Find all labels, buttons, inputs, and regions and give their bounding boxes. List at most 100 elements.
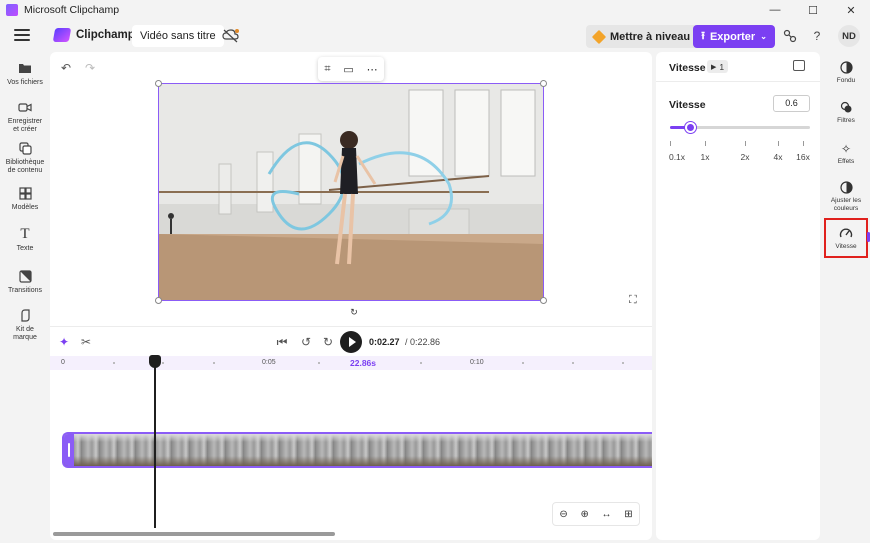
clip-trim-handle[interactable] xyxy=(64,434,74,466)
tool-fondu[interactable]: Fondu xyxy=(824,60,868,85)
fade-icon xyxy=(839,60,854,75)
sidebar-item-enregistrer[interactable]: Enregistrer et créer xyxy=(0,99,50,134)
upgrade-label: Mettre à niveau xyxy=(610,30,691,43)
transitions-icon xyxy=(17,268,33,284)
resize-handle[interactable] xyxy=(540,80,547,87)
rotate-icon[interactable]: ↻ xyxy=(348,306,360,318)
sidebar-item-transitions[interactable]: Transitions xyxy=(0,268,50,295)
close-button[interactable]: ✕ xyxy=(832,0,870,20)
fit-timeline-icon[interactable]: ↔ xyxy=(602,509,612,520)
resize-handle[interactable] xyxy=(540,297,547,304)
collapse-panel-icon[interactable] xyxy=(793,60,805,71)
ruler-tick xyxy=(162,362,164,364)
speed-tick xyxy=(778,141,779,146)
ruler-tick xyxy=(213,362,215,364)
help-icon[interactable]: ? xyxy=(809,28,825,44)
properties-panel: Vitesse ▶ 1 Vitesse 0.6 0.1x 1x 2x 4x 16… xyxy=(656,52,820,540)
avatar[interactable]: ND xyxy=(838,25,860,47)
zoom-controls: ⊖ ⊕ ↔ ⊞ xyxy=(552,502,640,526)
chevron-down-icon: ⌄ xyxy=(760,32,767,41)
zoom-out-icon[interactable]: ⊖ xyxy=(559,509,567,520)
speed-tick xyxy=(670,141,671,146)
playhead[interactable] xyxy=(154,362,156,528)
window-title: Microsoft Clipchamp xyxy=(24,4,120,16)
ruler-tick xyxy=(622,362,624,364)
project-title[interactable]: Vidéo sans titre xyxy=(132,25,224,47)
speed-icon xyxy=(839,226,854,241)
undo-icon[interactable]: ↶ xyxy=(58,60,74,76)
timeline-scrollbar[interactable] xyxy=(53,532,335,536)
ruler-tick xyxy=(572,362,574,364)
tool-filtres[interactable]: Filtres xyxy=(824,100,868,125)
total-time: / 0:22.86 xyxy=(405,337,441,347)
skip-back-icon[interactable]: ⏮ xyxy=(274,334,290,350)
sidebar-item-label: Bibliothèque de contenu xyxy=(5,159,45,174)
speed-tick-label: 1x xyxy=(700,152,710,162)
forward-5-icon[interactable]: ↻ xyxy=(320,334,336,350)
video-preview[interactable] xyxy=(158,83,544,301)
menu-icon[interactable] xyxy=(14,29,30,43)
resize-handle[interactable] xyxy=(155,297,162,304)
panel-title: Vitesse xyxy=(669,62,706,74)
clip-count: 1 xyxy=(719,61,725,72)
filters-icon xyxy=(839,100,854,115)
resize-handle[interactable] xyxy=(155,80,162,87)
speed-tick xyxy=(705,141,706,146)
speed-slider[interactable] xyxy=(670,122,810,133)
more-options-icon[interactable]: ⋯ xyxy=(367,63,378,76)
brand: Clipchamp xyxy=(52,28,135,42)
magic-icon[interactable]: ✦ xyxy=(56,334,72,350)
timeline-ruler[interactable]: 0 0:05 22.86s 0:10 xyxy=(50,356,652,370)
split-icon[interactable]: ✂ xyxy=(78,334,94,350)
export-label: Exporter xyxy=(709,30,756,43)
sidebar-item-label: Texte xyxy=(16,245,34,252)
ruler-label: 0:05 xyxy=(262,359,276,366)
video-clip-track[interactable] xyxy=(62,432,652,468)
left-sidebar: Vos fichiers Enregistrer et créer Biblio… xyxy=(0,52,50,543)
ruler-tick xyxy=(113,362,115,364)
tool-ajuster-couleurs[interactable]: Ajuster les couleurs xyxy=(824,180,868,212)
play-button[interactable] xyxy=(340,331,362,353)
clipchamp-logo xyxy=(52,28,72,42)
sidebar-item-modeles[interactable]: Modèles xyxy=(0,185,50,212)
share-icon[interactable] xyxy=(782,28,798,44)
sidebar-item-bibliotheque[interactable]: Bibliothèque de contenu xyxy=(0,140,50,175)
fit-icon[interactable]: ▭ xyxy=(343,63,353,76)
diamond-icon xyxy=(591,29,607,44)
playhead-handle[interactable] xyxy=(149,355,161,368)
adjust-colors-icon xyxy=(839,180,854,195)
upgrade-button[interactable]: Mettre à niveau xyxy=(586,25,699,48)
cloud-sync-icon[interactable] xyxy=(222,28,240,44)
speed-slider-thumb[interactable] xyxy=(684,122,696,133)
sidebar-item-kit-de-marque[interactable]: Kit de marque xyxy=(0,307,50,342)
redo-icon[interactable]: ↷ xyxy=(82,60,98,76)
floating-toolbar: ⌗ ▭ ⋯ xyxy=(318,57,384,81)
tool-label: Effets xyxy=(837,158,855,165)
fullscreen-icon[interactable]: ⛶ xyxy=(629,294,637,307)
editor-panel: ↶ ↷ ⌗ ▭ ⋯ ↻ ⛶ ✦ ✂ ⏮ ↺ ↻ 0:02.27 / 0:22.8… xyxy=(50,52,652,540)
app-header: Clipchamp Vidéo sans titre Mettre à nive… xyxy=(0,20,870,52)
tool-vitesse[interactable]: Vitesse xyxy=(824,218,868,258)
crop-icon[interactable]: ⌗ xyxy=(324,63,330,76)
sidebar-item-label: Vos fichiers xyxy=(7,79,43,86)
video-frame-image xyxy=(159,84,543,300)
maximize-button[interactable]: ☐ xyxy=(794,0,832,20)
clip-duration: 22.86s xyxy=(350,358,376,368)
folder-icon xyxy=(17,60,33,76)
expand-timeline-icon[interactable]: ⊞ xyxy=(624,509,632,520)
zoom-in-icon[interactable]: ⊕ xyxy=(580,509,588,520)
sidebar-item-texte[interactable]: T Texte xyxy=(0,226,50,253)
sidebar-item-label: Transitions xyxy=(8,287,42,294)
rewind-5-icon[interactable]: ↺ xyxy=(298,334,314,350)
app-icon xyxy=(6,4,18,16)
timeline-divider xyxy=(50,326,652,327)
tool-label: Vitesse xyxy=(835,242,857,250)
speed-tick-label: 2x xyxy=(740,152,750,162)
export-button[interactable]: ⭱ Exporter ⌄ xyxy=(693,25,775,48)
sidebar-item-vos-fichiers[interactable]: Vos fichiers xyxy=(0,60,50,87)
speed-input[interactable]: 0.6 xyxy=(773,95,810,112)
minimize-button[interactable]: — xyxy=(756,0,794,20)
speed-tick-label: 4x xyxy=(773,152,783,162)
tool-effets[interactable]: ✧ Effets xyxy=(824,141,868,166)
sidebar-item-label: Modèles xyxy=(11,204,39,211)
